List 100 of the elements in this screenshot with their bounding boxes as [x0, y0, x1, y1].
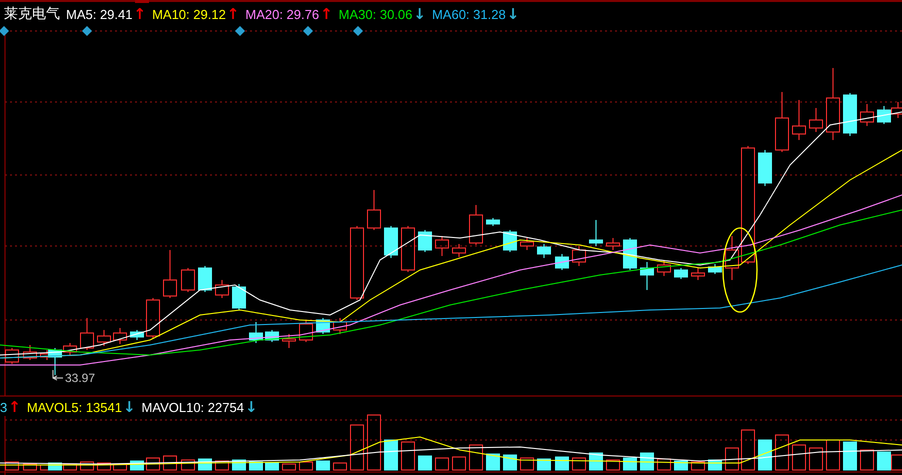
candlestick [775, 92, 789, 152]
candlestick [80, 318, 94, 350]
volume-bar [316, 460, 330, 470]
candlestick [249, 322, 263, 344]
candlestick [843, 92, 857, 136]
indicator-value: MA60: 31.28 [432, 6, 506, 22]
candlestick [367, 190, 381, 230]
candlestick [758, 150, 772, 186]
volume-bar [623, 458, 637, 470]
candlestick [5, 348, 19, 364]
candlestick [725, 236, 739, 280]
candlestick [657, 260, 671, 276]
indicator-value: MA10: 29.12 [152, 6, 226, 22]
volume-bar [572, 458, 586, 470]
trend-arrow: ↑ [8, 398, 21, 416]
volume-bar [5, 462, 19, 470]
candlestick [555, 254, 569, 270]
volume-bar [97, 462, 111, 470]
candlestick [691, 268, 705, 280]
indicator-value: 3 [0, 400, 8, 414]
volume-bar [384, 440, 398, 470]
trend-arrow: ↓ [122, 398, 136, 416]
candlestick [282, 334, 296, 348]
volume-bar [249, 462, 263, 470]
stock-name: 莱克电气 [4, 5, 60, 23]
candlestick [452, 244, 466, 258]
candlestick [97, 330, 111, 346]
volume-bar [282, 464, 296, 470]
candlestick [623, 238, 637, 270]
candlestick [418, 230, 432, 252]
candlestick [198, 266, 212, 292]
trend-arrow: ↑ [226, 5, 240, 23]
candlestick [520, 238, 534, 250]
volume-bar [860, 450, 874, 470]
volume-bar [333, 462, 347, 470]
trend-arrow: ↓ [413, 5, 426, 23]
volume-bar [826, 440, 840, 470]
indicator-value: MA20: 29.76 [245, 6, 320, 22]
trend-arrow: ↓ [244, 398, 258, 416]
candlestick [792, 100, 806, 140]
candlestick [537, 244, 551, 258]
candlestick [708, 264, 722, 274]
indicator-value: MA30: 30.06 [338, 6, 412, 22]
candlestick [23, 344, 37, 360]
volume-bar [486, 454, 500, 470]
volume-bar [299, 462, 313, 470]
low-price-label: 33.97 [65, 371, 96, 385]
candlestick [384, 226, 398, 258]
candlestick [299, 320, 313, 342]
indicator-value: MA5: 29.41 [66, 6, 132, 22]
candlestick [333, 318, 347, 334]
candlestick [606, 238, 620, 250]
indicator-value: MAVOL5: 13541 [26, 400, 122, 414]
volume-bar [589, 452, 603, 470]
trend-arrow: ↑ [320, 5, 333, 23]
candlestick [401, 226, 415, 272]
volume-bar [606, 460, 620, 470]
candlestick [860, 104, 874, 126]
volume-bar [503, 454, 517, 470]
volume-bar [215, 460, 229, 470]
volume-bar [469, 444, 483, 470]
volume-bar [367, 414, 381, 470]
candlestick [589, 220, 603, 246]
volume-bar [537, 458, 551, 470]
volume-bar [891, 454, 902, 470]
volume-bar [163, 456, 177, 470]
event-marker-icon[interactable] [353, 26, 363, 36]
volume-bar [674, 460, 688, 470]
trend-arrow: ↓ [506, 5, 520, 23]
volume-bar [23, 464, 37, 470]
ruler-marker [135, 0, 149, 3]
candlestick [113, 328, 127, 344]
indicator-value: MAVOL10: 22754 [142, 400, 244, 414]
candlestick [809, 108, 823, 132]
volume-bar [775, 434, 789, 470]
leader-line [52, 370, 64, 380]
candlestick [146, 298, 160, 338]
volume-bar [265, 462, 279, 470]
candlestick [435, 236, 449, 256]
volume-bar [758, 440, 772, 470]
volume-bar [350, 424, 364, 470]
volume-bar [877, 452, 891, 470]
volume-bar [113, 464, 127, 470]
volume-bar [80, 462, 94, 470]
candlestick [163, 250, 177, 298]
event-marker-icon[interactable] [0, 26, 9, 36]
event-marker-icon[interactable] [82, 26, 92, 36]
volume-bar [741, 430, 755, 470]
candlestick [232, 284, 246, 310]
event-marker-icon[interactable] [303, 26, 313, 36]
candlestick [469, 204, 483, 246]
candlestick [640, 262, 654, 290]
event-marker-icon[interactable] [235, 26, 245, 36]
candlestick [674, 268, 688, 280]
trend-arrow: ↑ [134, 5, 146, 23]
volume-bar [843, 442, 857, 470]
volume-bar [691, 462, 705, 470]
volume-bar [725, 448, 739, 470]
volume-bar [657, 458, 671, 470]
volume-bar [146, 458, 160, 470]
